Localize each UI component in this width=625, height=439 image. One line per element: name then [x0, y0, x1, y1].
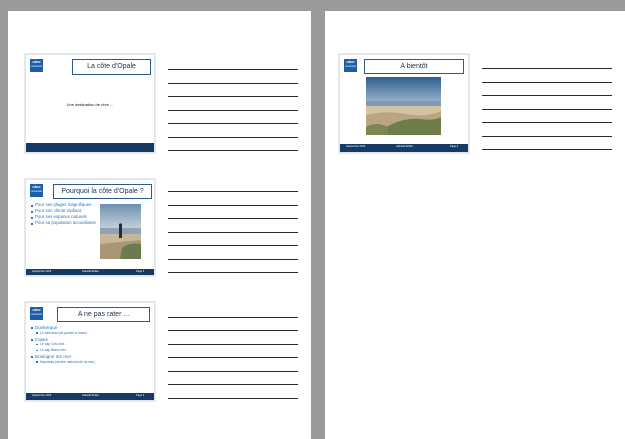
footer-date: Septembre 2019: [32, 394, 52, 397]
footer-date: Septembre 2019: [346, 145, 366, 148]
ulco-logo: ulco université: [344, 59, 357, 72]
slide-title: La côte d'Opale: [72, 59, 151, 75]
slide-title: A bientôt: [364, 59, 464, 74]
handout-page-1: ulco université La côte d'Opale Une desti…: [8, 11, 311, 439]
slide-thumbnail-2[interactable]: ulco université Pourquoi la côte d'Opale …: [25, 179, 155, 276]
footer-author: Isabelle Boillot: [396, 145, 413, 148]
bullet-item: Pour son climat vivifiant: [30, 208, 98, 214]
ulco-logo: ulco université: [30, 59, 43, 72]
slide-title: A ne pas rater ...: [57, 307, 150, 322]
slide-bullet-list: Dunkerque Le carnaval (de janvier à mars…: [30, 325, 150, 366]
slide-thumbnail-1[interactable]: ulco université La côte d'Opale Une desti…: [25, 54, 155, 153]
bullet-item: Pour ses espaces naturels: [30, 215, 98, 220]
bullet-item: Pour ses plages magnifiques: [30, 202, 98, 208]
slide-footer: [26, 143, 154, 152]
footer-page: Page 2: [136, 270, 145, 273]
sub-bullet-item: Nausicaa (centre national de la mer): [30, 360, 150, 366]
dunes-photo: [366, 77, 441, 135]
slide-title: Pourquoi la côte d'Opale ?: [53, 184, 152, 199]
slide-subtitle: Une destination de rêve ...: [66, 102, 114, 107]
footer-date: Septembre 2019: [32, 270, 52, 273]
slide-footer: Septembre 2019 Isabelle Boillot Page 2: [26, 269, 154, 275]
footer-author: Isabelle Boillot: [82, 270, 99, 273]
slide-footer: Septembre 2019 Isabelle Boillot Page 4: [340, 144, 468, 152]
bullet-item: Pour sa population accueillante: [30, 221, 98, 226]
ulco-logo: ulco université: [30, 184, 43, 197]
handout-page-2: ulco université A bientôt Septembre 2019 …: [325, 11, 625, 439]
footer-author: Isabelle Boillot: [82, 394, 99, 397]
slide-thumbnail-4[interactable]: ulco université A bientôt Septembre 2019 …: [339, 54, 469, 153]
slide-footer: Septembre 2019 Isabelle Boillot Page 3: [26, 393, 154, 400]
slide-thumbnail-3[interactable]: ulco université A ne pas rater ... Dunker…: [25, 302, 155, 401]
ulco-logo: ulco université: [30, 307, 43, 320]
footer-page: Page 4: [450, 145, 459, 148]
footer-page: Page 3: [136, 394, 145, 397]
beach-photo: [100, 204, 141, 259]
slide-bullet-list: Pour ses plages magnifiques Pour son cli…: [30, 202, 98, 226]
